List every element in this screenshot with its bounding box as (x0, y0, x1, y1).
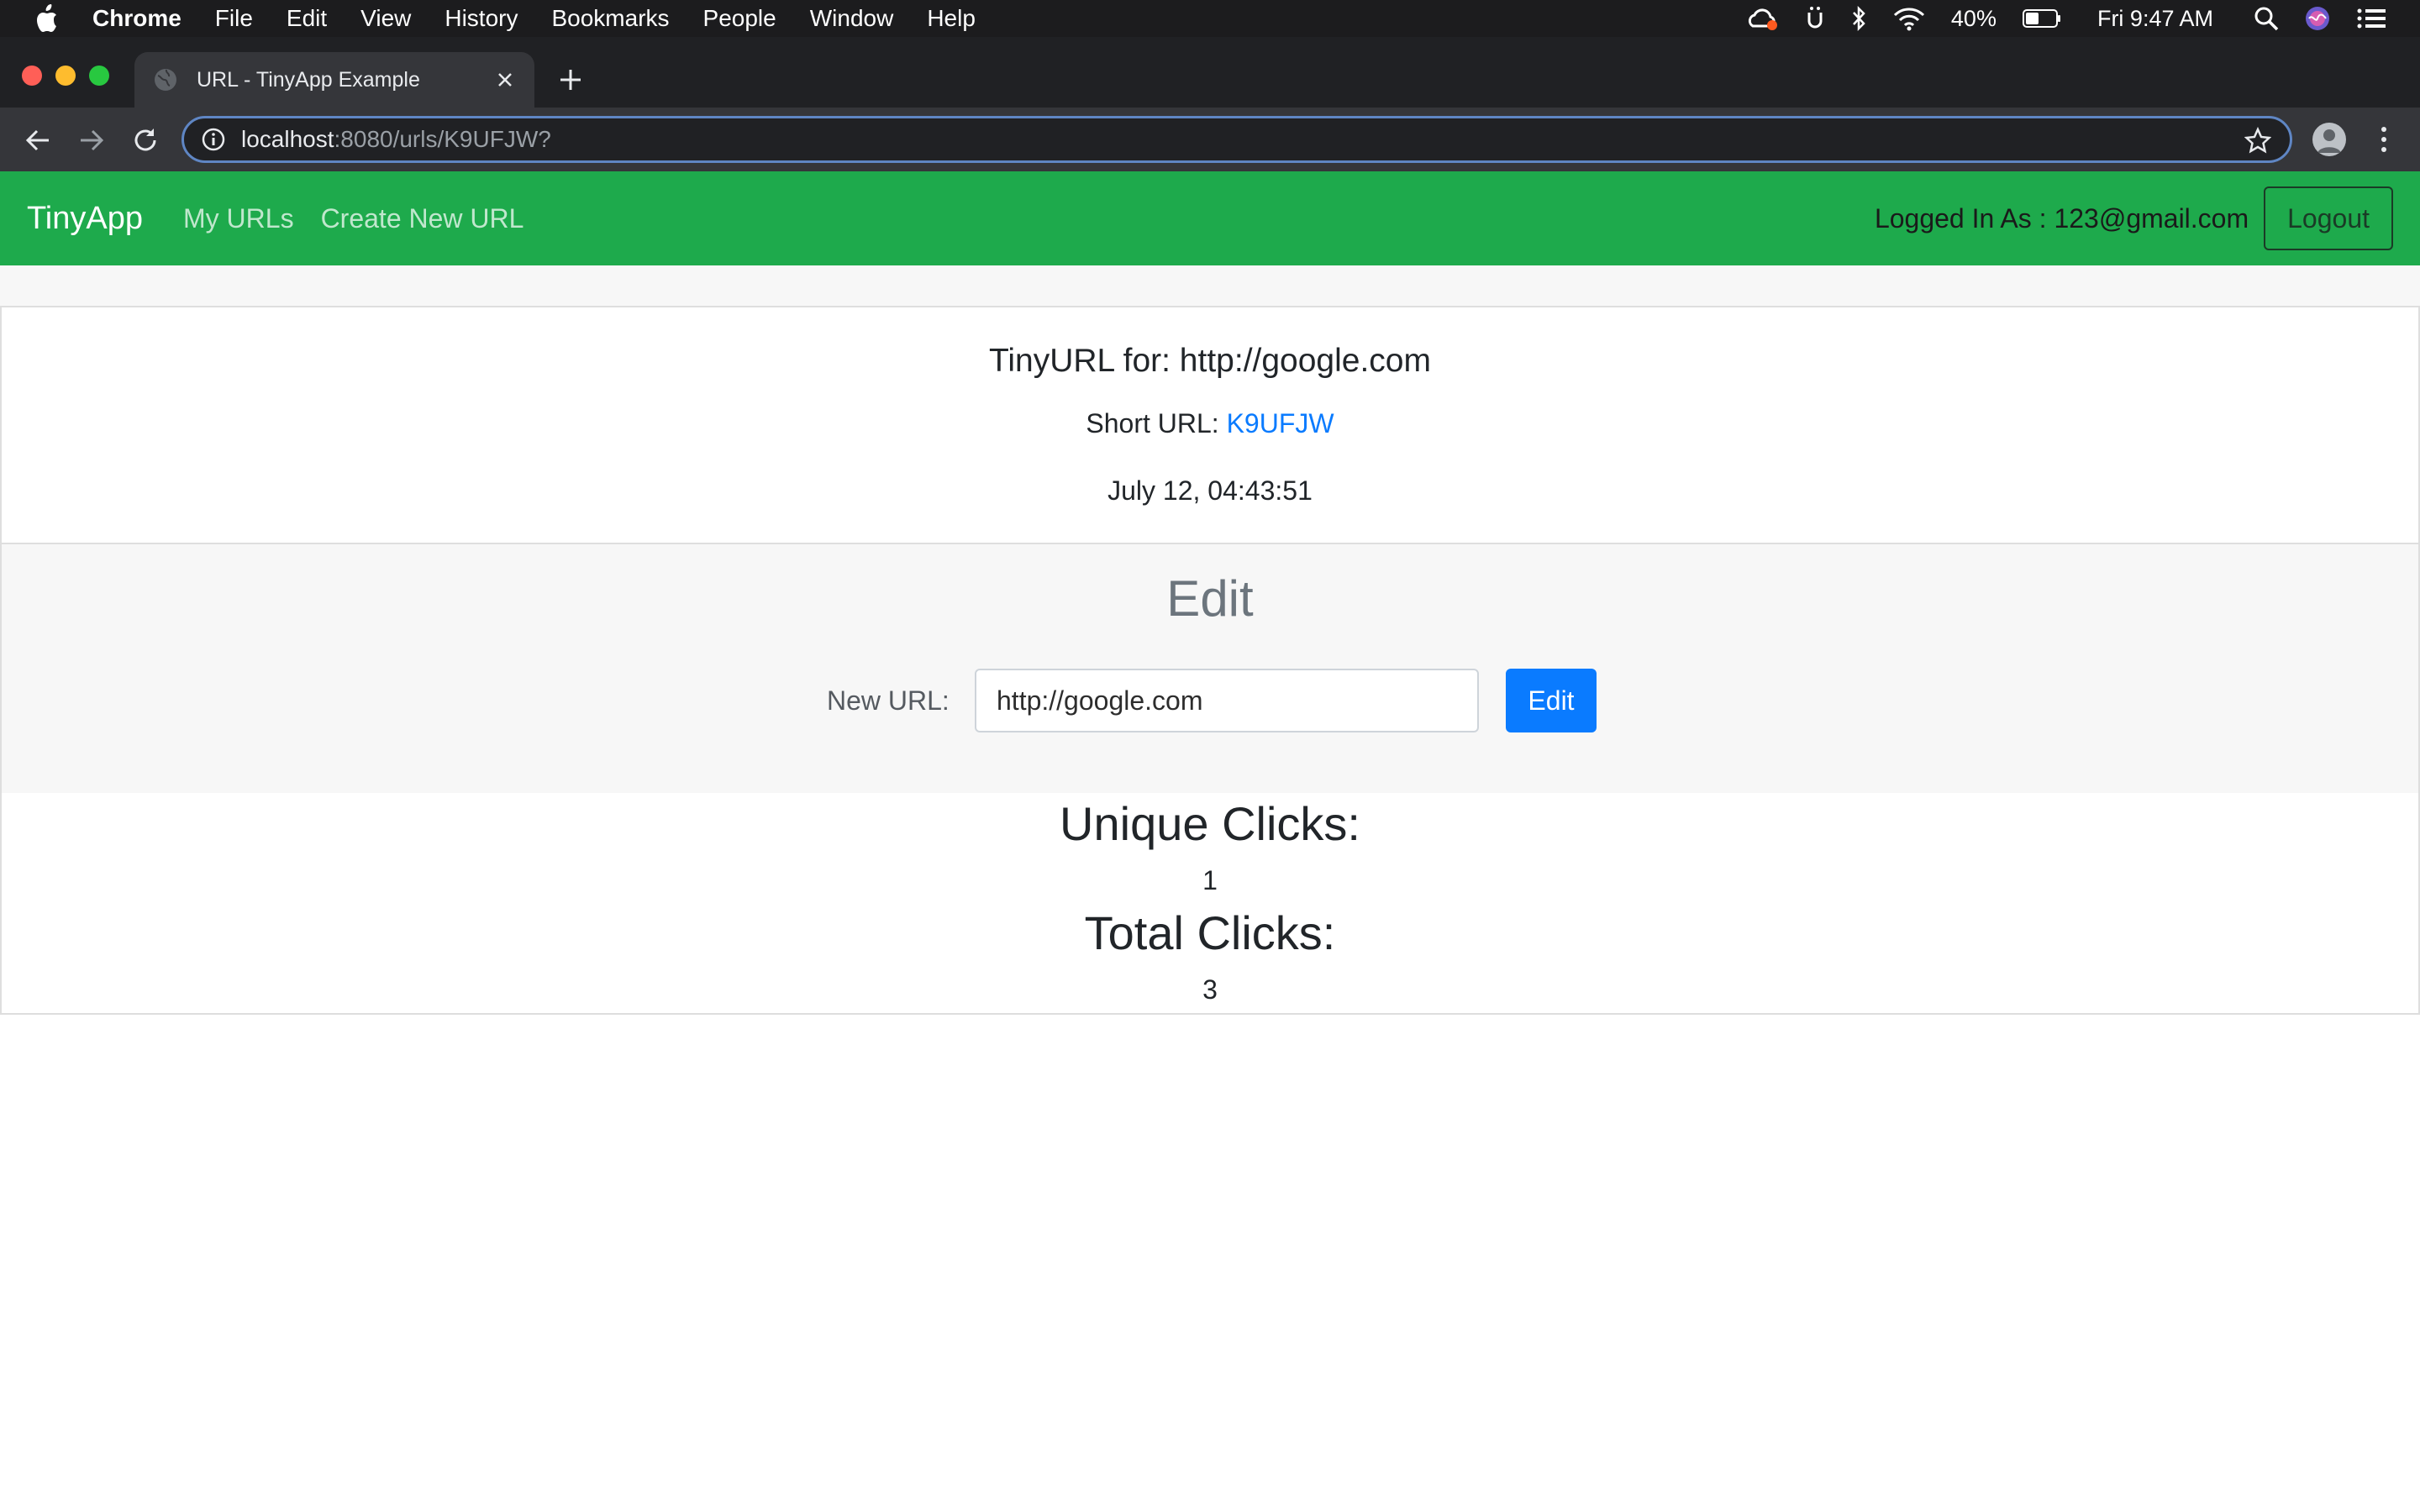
menubar-clock[interactable]: Fri 9:47 AM (2097, 6, 2213, 32)
status-area: 40% Fri 9:47 AM (1746, 0, 2386, 37)
nav-my-urls[interactable]: My URLs (183, 203, 294, 234)
brand-logo[interactable]: TinyApp (27, 201, 143, 237)
card-title: TinyURL for: http://google.com (988, 343, 1431, 379)
short-url-row: Short URL: K9UFJW (2, 408, 2418, 439)
reload-icon[interactable] (129, 124, 161, 156)
created-date: July 12, 04:43:51 (1107, 475, 1313, 506)
url-card: TinyURL for: http://google.com Short URL… (0, 307, 2420, 1015)
new-url-label: New URL: (827, 685, 950, 716)
battery-percent: 40% (1950, 5, 1996, 31)
apple-icon[interactable] (34, 4, 59, 33)
menu-history[interactable]: History (445, 5, 518, 32)
maximize-window-button[interactable] (89, 66, 109, 86)
menu-view[interactable]: View (360, 5, 411, 32)
globe-icon (153, 67, 178, 92)
menu-chrome[interactable]: Chrome (92, 5, 182, 32)
menu-edit[interactable]: Edit (287, 5, 327, 32)
creative-cloud-icon[interactable] (1746, 6, 1780, 31)
url-details: TinyURL for: http://google.com Short URL… (2, 307, 2418, 544)
unique-clicks-heading: Unique Clicks: (1060, 797, 1360, 850)
nav-create-new-url[interactable]: Create New URL (321, 203, 524, 234)
menu-window[interactable]: Window (810, 5, 894, 32)
notification-center-icon[interactable] (2356, 7, 2386, 30)
short-url-label: Short URL: (1086, 408, 1227, 438)
menu-file[interactable]: File (215, 5, 253, 32)
new-url-input[interactable] (975, 669, 1479, 732)
browser-tab-active[interactable]: URL - TinyApp Example (134, 52, 534, 108)
card-header (0, 265, 2420, 307)
menu-help[interactable]: Help (927, 5, 976, 32)
total-clicks-heading: Total Clicks: (1084, 906, 1336, 959)
logged-in-user: Logged In As : 123@gmail.com (1874, 202, 2249, 234)
forward-arrow-icon[interactable] (76, 124, 108, 156)
url-host: localhost (241, 126, 334, 152)
spotlight-icon[interactable] (2254, 6, 2279, 31)
edit-form: New URL: Edit (2, 669, 2418, 732)
back-arrow-icon[interactable] (22, 124, 54, 156)
logout-button[interactable]: Logout (2264, 186, 2393, 250)
battery-icon[interactable] (2022, 8, 2062, 29)
menu-people[interactable]: People (703, 5, 776, 32)
wifi-icon[interactable] (1892, 6, 1926, 31)
close-window-button[interactable] (22, 66, 42, 86)
new-tab-icon[interactable] (556, 66, 585, 94)
tab-title: URL - TinyApp Example (197, 67, 420, 92)
short-url-link[interactable]: K9UFJW (1227, 408, 1334, 438)
menu-bookmarks[interactable]: Bookmarks (551, 5, 669, 32)
app-navbar: TinyApp My URLs Create New URL Logged In… (0, 171, 2420, 265)
url-path: :8080/urls/K9UFJW? (334, 126, 551, 152)
edit-submit-button[interactable]: Edit (1506, 669, 1597, 732)
unique-clicks-value: 1 (1202, 865, 1218, 895)
edit-heading: Edit (1166, 570, 1254, 627)
profile-avatar-icon[interactable] (2312, 123, 2346, 156)
grammarly-icon[interactable] (1805, 6, 1825, 31)
info-icon[interactable] (201, 127, 226, 152)
siri-icon[interactable] (2304, 5, 2331, 32)
chrome-menu-icon[interactable] (2371, 124, 2396, 155)
edit-section: Edit New URL: Edit (2, 544, 2418, 793)
close-tab-icon[interactable] (492, 67, 518, 92)
address-bar[interactable]: localhost:8080/urls/K9UFJW? (182, 116, 2292, 163)
minimize-window-button[interactable] (55, 66, 76, 86)
macos-menu-bar: Chrome File Edit View History Bookmarks … (0, 0, 2420, 37)
bluetooth-icon[interactable] (1850, 6, 1867, 31)
bookmark-star-icon[interactable] (2244, 126, 2272, 154)
nav-user-area: Logged In As : 123@gmail.com Logout (1875, 186, 2393, 250)
total-clicks-value: 3 (1202, 974, 1218, 1005)
